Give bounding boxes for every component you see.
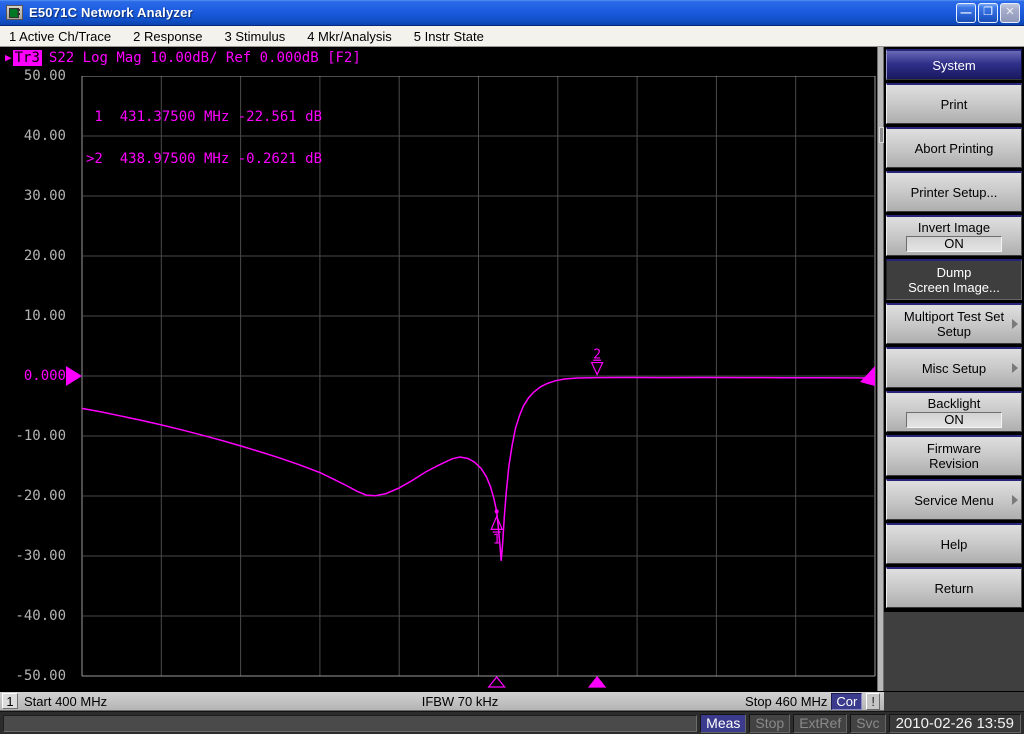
correction-badge: Cor <box>831 692 863 710</box>
softkey-multiport-test-set-setup[interactable]: Multiport Test Set Setup <box>886 303 1022 344</box>
warning-badge: ! <box>866 692 880 710</box>
status-stop: Stop <box>749 713 791 733</box>
channel-status-filler <box>884 691 1024 711</box>
softkey-service-menu[interactable]: Service Menu <box>886 479 1022 520</box>
restore-button[interactable]: ❐ <box>978 2 998 23</box>
marker-1-label: 1 <box>493 532 501 547</box>
invert-image-state: ON <box>906 236 1002 252</box>
menu-splitter-handle[interactable] <box>877 47 884 691</box>
y-axis-label: -40.00 <box>15 608 66 624</box>
y-axis-label: 50.00 <box>23 68 66 84</box>
marker-1-readout: 1 431.37500 MHz -22.561 dB <box>86 109 323 125</box>
y-axis-label: 40.00 <box>23 128 66 144</box>
softkey-invert-image[interactable]: Invert Image ON <box>886 215 1022 256</box>
y-axis-label: -20.00 <box>15 488 66 504</box>
channel-status-bar: 1 Start 400 MHz IFBW 70 kHz Stop 460 MHz… <box>0 691 1024 711</box>
display-area: ▶ Tr3 S22 Log Mag 10.00dB/ Ref 0.000dB [F2… <box>0 47 1024 691</box>
trace-status-line[interactable]: ▶ Tr3 S22 Log Mag 10.00dB/ Ref 0.000dB [F2… <box>5 50 361 66</box>
status-meas: Meas <box>700 713 747 733</box>
softkey-backlight-label: Backlight <box>927 396 981 411</box>
y-axis-label: -10.00 <box>15 428 66 444</box>
submenu-arrow-icon <box>1012 495 1018 505</box>
ifbw-label[interactable]: IFBW 70 kHz <box>380 694 540 709</box>
softkey-firmware-revision[interactable]: Firmware Revision <box>886 435 1022 476</box>
submenu-arrow-icon <box>1012 319 1018 329</box>
status-message-strip <box>3 714 698 732</box>
minimize-button[interactable]: — <box>956 2 976 23</box>
title-bar: E5071C Network Analyzer — ❐ ✕ <box>0 0 1024 26</box>
menu-stimulus[interactable]: 3 Stimulus <box>225 29 286 44</box>
softkey-invert-image-label: Invert Image <box>917 220 991 235</box>
softkey-menu: System Print Abort Printing Printer Setu… <box>884 47 1024 691</box>
marker-2-symbol-icon[interactable] <box>590 361 604 377</box>
stimulus-marker-2-icon[interactable] <box>587 676 607 688</box>
stimulus-marker-1-icon[interactable] <box>487 676 506 688</box>
channel-number-badge: 1 <box>2 693 18 709</box>
y-axis-label: 30.00 <box>23 188 66 204</box>
softkey-help[interactable]: Help <box>886 523 1022 564</box>
reference-level-marker-icon <box>66 366 82 386</box>
trace-id-badge: Tr3 <box>12 50 42 66</box>
softkey-printer-setup[interactable]: Printer Setup... <box>886 171 1022 212</box>
softkey-backlight[interactable]: Backlight ON <box>886 391 1022 432</box>
y-axis-label: 20.00 <box>23 248 66 264</box>
y-axis-label: 10.00 <box>23 308 66 324</box>
marker-readout: 1 431.37500 MHz -22.561 dB >2 438.97500 … <box>86 82 322 194</box>
channel-status-left: 1 Start 400 MHz IFBW 70 kHz Stop 460 MHz… <box>0 691 884 711</box>
softkey-service-menu-label: Service Menu <box>914 492 994 508</box>
menu-instr-state[interactable]: 5 Instr State <box>414 29 484 44</box>
softkey-dump-screen-image[interactable]: Dump Screen Image... <box>886 259 1022 300</box>
window-title: E5071C Network Analyzer <box>29 5 193 20</box>
softkey-print[interactable]: Print <box>886 83 1022 124</box>
sweep-stop-label[interactable]: Stop 460 MHz <box>745 694 827 709</box>
app-icon <box>6 5 23 20</box>
trace-params: S22 Log Mag 10.00dB/ Ref 0.000dB [F2] <box>48 50 361 66</box>
softkey-system: System <box>886 49 1022 80</box>
minimize-icon: — <box>960 6 972 19</box>
softkey-misc-setup-label: Misc Setup <box>921 360 987 376</box>
close-icon: ✕ <box>1005 6 1015 18</box>
sidebar-filler <box>884 611 1024 691</box>
submenu-arrow-icon <box>1012 363 1018 373</box>
status-svc: Svc <box>850 713 886 733</box>
menu-bar: 1 Active Ch/Trace 2 Response 3 Stimulus … <box>0 26 1024 47</box>
e5071c-screen: E5071C Network Analyzer — ❐ ✕ 1 Active C… <box>0 0 1024 734</box>
marker-2-label: 2 <box>593 348 601 363</box>
y-axis-label: 0.000 <box>23 368 66 384</box>
sweep-start-label[interactable]: Start 400 MHz <box>24 694 107 709</box>
softkey-return[interactable]: Return <box>886 567 1022 608</box>
backlight-state: ON <box>906 412 1002 428</box>
instrument-status-bar: Meas Stop ExtRef Svc 2010-02-26 13:59 <box>0 711 1024 734</box>
y-axis-label: -30.00 <box>15 548 66 564</box>
y-axis-label: -50.00 <box>15 668 66 684</box>
active-trace-arrow-icon: ▶ <box>5 51 12 64</box>
close-button[interactable]: ✕ <box>1000 2 1020 23</box>
softkey-multiport-label: Multiport Test Set Setup <box>903 309 1005 339</box>
status-extref: ExtRef <box>793 713 848 733</box>
softkey-misc-setup[interactable]: Misc Setup <box>886 347 1022 388</box>
marker-2-readout: >2 438.97500 MHz -0.2621 dB <box>86 151 323 167</box>
restore-icon: ❐ <box>983 6 993 18</box>
marker-1-point <box>494 509 499 514</box>
status-datetime: 2010-02-26 13:59 <box>888 713 1021 733</box>
softkey-abort-printing[interactable]: Abort Printing <box>886 127 1022 168</box>
menu-active-ch-trace[interactable]: 1 Active Ch/Trace <box>9 29 111 44</box>
menu-mkr-analysis[interactable]: 4 Mkr/Analysis <box>307 29 392 44</box>
menu-response[interactable]: 2 Response <box>133 29 202 44</box>
